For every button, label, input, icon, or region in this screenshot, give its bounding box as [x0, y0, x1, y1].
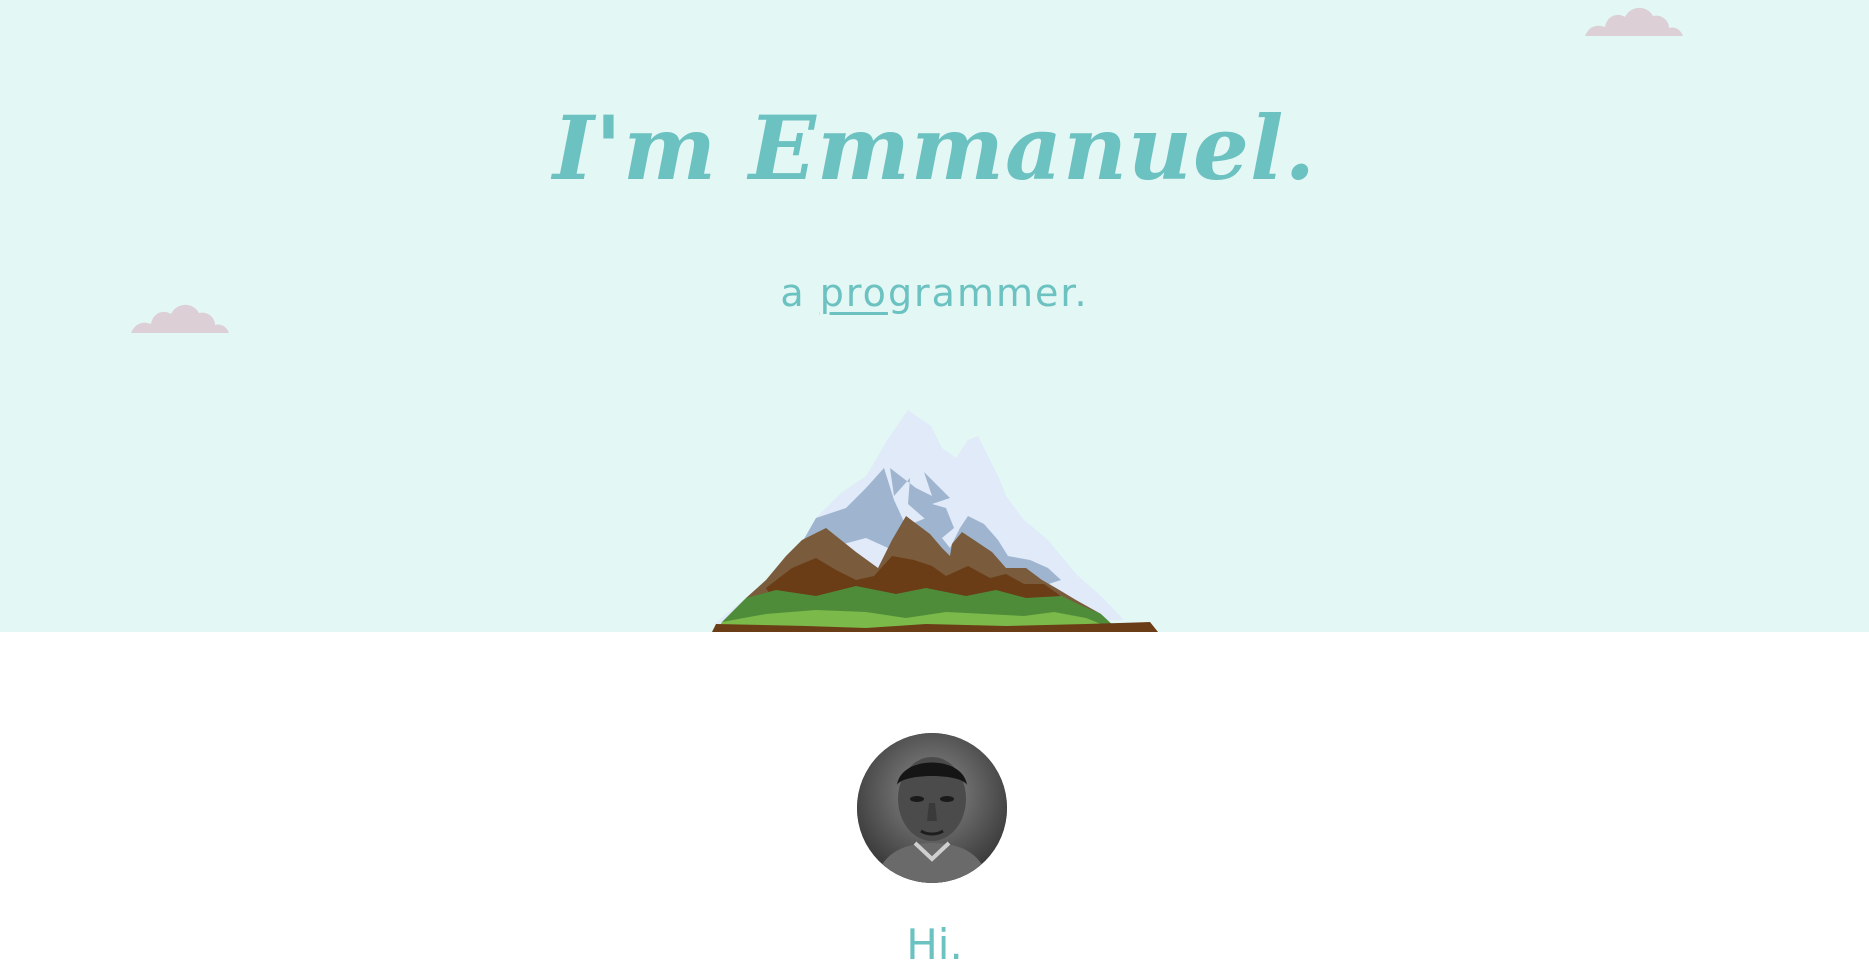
avatar	[857, 733, 1007, 883]
hero-section: I'm Emmanuel. a programmer.	[0, 0, 1869, 632]
subtitle-prefix: a	[780, 271, 820, 315]
subtitle-underlined: pro	[819, 271, 888, 315]
mountain-illustration	[712, 410, 1158, 632]
greeting-heading: Hi.	[906, 920, 963, 969]
hero-subtitle: a programmer.	[0, 268, 1869, 318]
subtitle-suffix: grammer.	[887, 271, 1089, 315]
cloud-icon	[1585, 7, 1683, 36]
hero-title: I'm Emmanuel.	[552, 96, 1317, 200]
profile-photo-icon	[857, 733, 1007, 883]
